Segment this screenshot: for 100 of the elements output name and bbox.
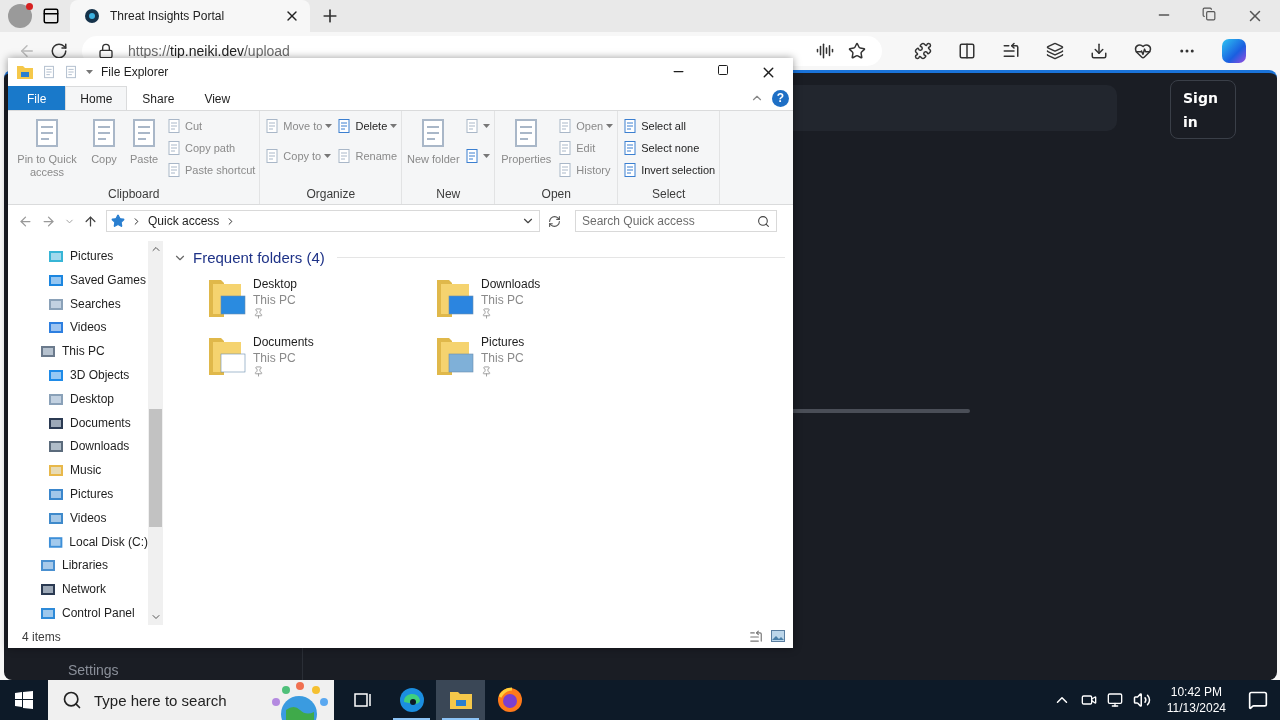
ribbon-button[interactable]: Delete <box>336 117 398 135</box>
favorites-icon[interactable] <box>1002 42 1020 60</box>
settings-link[interactable]: Settings <box>68 662 302 678</box>
refresh-icon[interactable] <box>548 214 561 228</box>
window-title: File Explorer <box>101 65 169 79</box>
restore-icon[interactable] <box>1202 7 1216 21</box>
command-icon <box>557 118 574 134</box>
nav-item[interactable]: Desktop <box>70 391 115 406</box>
health-icon[interactable] <box>1134 42 1152 60</box>
favorite-icon[interactable] <box>848 42 866 60</box>
nav-item[interactable]: Libraries <box>62 558 109 573</box>
folder-location: This PC <box>253 350 297 366</box>
folder-location: This PC <box>253 292 297 308</box>
tab-actions-icon[interactable] <box>42 7 60 25</box>
up-icon[interactable] <box>83 213 98 229</box>
taskbar-search-field[interactable]: Type here to search <box>48 680 334 720</box>
details-view-icon[interactable] <box>749 629 763 644</box>
taskbar-app[interactable] <box>436 680 485 720</box>
nav-item[interactable]: Documents <box>70 415 131 430</box>
browser-tab[interactable]: Threat Insights Portal <box>70 0 310 32</box>
maximize-icon[interactable] <box>717 63 729 76</box>
clock[interactable]: 10:42 PM 11/13/2024 <box>1160 684 1238 716</box>
nav-item[interactable]: Pictures <box>70 487 114 502</box>
help-button[interactable]: ? <box>772 89 789 107</box>
nav-item[interactable]: Searches <box>70 296 121 311</box>
browser-icon[interactable] <box>496 687 523 713</box>
command-icon <box>166 140 182 156</box>
ribbon-button[interactable]: Invert selection <box>622 161 716 179</box>
large-icons-view-icon[interactable] <box>771 629 785 642</box>
folder-name[interactable]: Pictures <box>481 334 525 350</box>
nav-item[interactable]: Music <box>70 463 102 478</box>
caret-icon <box>390 124 398 128</box>
group-label: Organize <box>306 187 356 203</box>
collections-icon[interactable] <box>1046 42 1064 60</box>
forward-icon[interactable] <box>41 213 56 229</box>
nav-item[interactable]: Control Panel <box>62 606 135 621</box>
folder-name[interactable]: Desktop <box>253 276 298 292</box>
caret-icon <box>324 154 332 158</box>
start-icon[interactable] <box>15 691 33 709</box>
copilot-icon[interactable] <box>1222 39 1246 63</box>
nav-item[interactable]: Local Disk (C:) <box>69 534 148 549</box>
volume-icon[interactable] <box>1132 691 1151 709</box>
group-label: New <box>436 187 461 203</box>
nav-item[interactable]: Saved Games <box>70 272 147 287</box>
date-text: 11/13/2024 <box>1166 700 1226 716</box>
command-icon <box>622 162 639 178</box>
nav-item[interactable]: This PC <box>62 344 105 359</box>
nav-item[interactable]: Network <box>62 582 106 597</box>
folder-name[interactable]: Documents <box>253 334 314 350</box>
command-icon <box>264 148 281 164</box>
file-menu-button[interactable]: File <box>8 86 66 110</box>
group-label: Open <box>541 187 571 203</box>
ribbon-button[interactable]: Select none <box>622 139 716 157</box>
nav-item[interactable]: Downloads <box>70 439 130 454</box>
command-icon <box>166 118 182 134</box>
folder-location: This PC <box>481 292 525 308</box>
read-aloud-icon[interactable] <box>816 42 834 60</box>
ribbon-tab[interactable]: Home <box>65 86 128 110</box>
caret-icon <box>483 124 491 128</box>
command-icon <box>464 118 481 134</box>
network-icon[interactable] <box>1106 692 1123 708</box>
caret-icon <box>325 124 333 128</box>
split-screen-icon[interactable] <box>958 42 976 60</box>
section-title: Frequent folders (4) <box>193 249 325 266</box>
nav-item[interactable]: Videos <box>70 320 107 335</box>
extensions-icon[interactable] <box>914 42 932 60</box>
command-icon <box>336 118 353 134</box>
folder-location: This PC <box>481 350 525 366</box>
profile-avatar[interactable] <box>8 4 32 28</box>
browser-icon[interactable] <box>398 687 425 713</box>
command-icon <box>557 162 574 178</box>
search-field[interactable]: Search Quick access <box>575 210 777 232</box>
notification-icon[interactable] <box>1248 690 1268 710</box>
command-icon <box>42 65 56 79</box>
refresh-icon[interactable] <box>50 42 68 60</box>
favicon-icon <box>84 8 100 24</box>
task-view-icon[interactable] <box>352 691 373 709</box>
command-icon <box>264 118 281 134</box>
back-icon[interactable] <box>18 213 33 229</box>
camera-icon[interactable] <box>1080 692 1097 708</box>
ribbon-button[interactable]: Select all <box>622 117 716 135</box>
nav-item[interactable]: Pictures <box>70 248 114 263</box>
ribbon-button[interactable] <box>464 147 491 165</box>
url-text: https://tip.neiki.dev/upload <box>128 43 291 59</box>
caret-icon <box>483 154 491 158</box>
nav-item[interactable]: Videos <box>70 510 107 525</box>
nav-item[interactable]: 3D Objects <box>70 367 130 382</box>
sign-in-button[interactable]: Sign in <box>1170 80 1236 139</box>
command-icon <box>557 140 574 156</box>
breadcrumb[interactable]: Quick access <box>148 214 220 228</box>
time-text: 10:42 PM <box>1170 684 1223 700</box>
caret-icon <box>86 70 93 74</box>
caret-icon <box>606 124 614 128</box>
command-icon <box>64 65 78 79</box>
folder-name[interactable]: Downloads <box>481 276 541 292</box>
address-bar[interactable]: Quick access <box>106 210 540 232</box>
ribbon-tab[interactable]: View <box>189 86 246 110</box>
ribbon-tab[interactable]: Share <box>127 86 190 110</box>
download-icon[interactable] <box>1090 42 1108 60</box>
group-label: Select <box>652 187 686 203</box>
